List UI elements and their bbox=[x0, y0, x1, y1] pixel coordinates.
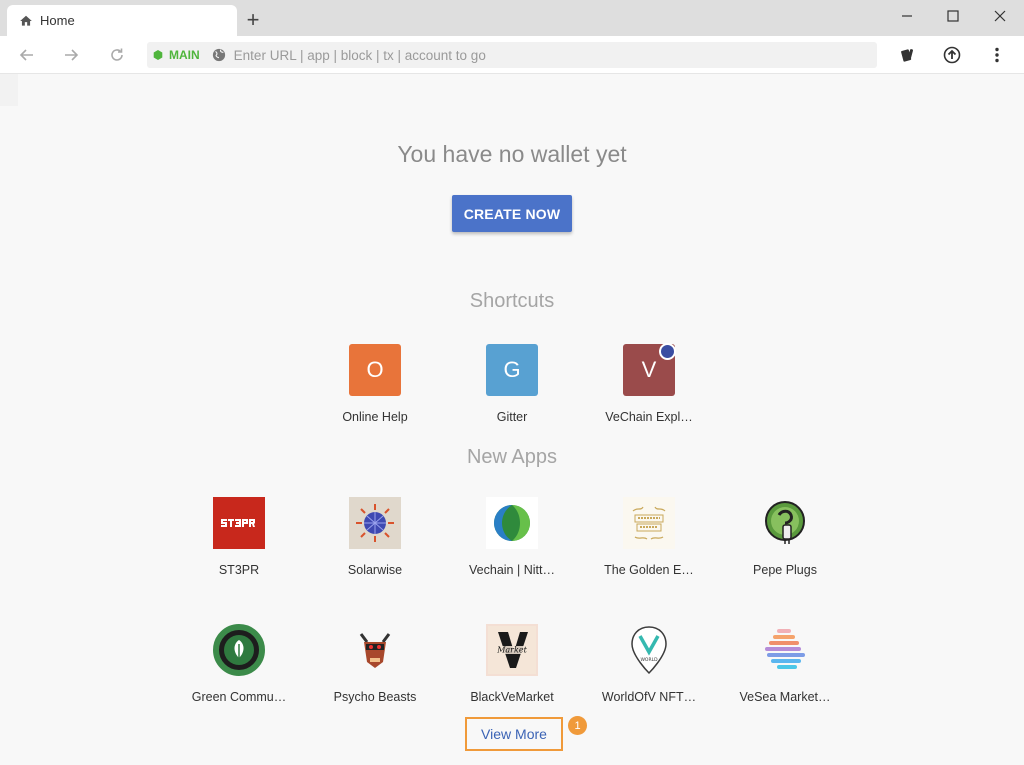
url-bar: MAIN bbox=[147, 42, 877, 68]
forward-button[interactable] bbox=[60, 44, 82, 66]
app-psycho-beasts[interactable]: Psycho Beasts bbox=[315, 624, 435, 704]
shortcut-online-help[interactable]: O Online Help bbox=[315, 344, 435, 424]
app-st3pr[interactable]: ST3PR bbox=[179, 497, 299, 577]
shortcuts-title: Shortcuts bbox=[469, 290, 555, 312]
network-badge[interactable]: MAIN bbox=[153, 48, 200, 62]
st3pr-logo-icon bbox=[213, 497, 265, 549]
golden-empire-logo-icon bbox=[623, 497, 675, 549]
new-tab-button[interactable]: + bbox=[243, 9, 263, 31]
shortcut-label: Online Help bbox=[342, 410, 408, 424]
tab-title: Home bbox=[40, 13, 75, 28]
shortcut-label: Gitter bbox=[496, 410, 528, 424]
green-commuter-logo-icon bbox=[213, 624, 265, 676]
left-edge-strip bbox=[0, 74, 18, 106]
close-button[interactable] bbox=[980, 4, 1020, 28]
pepe-plugs-logo-icon bbox=[759, 497, 811, 549]
arrow-left-icon bbox=[19, 49, 33, 61]
app-label: BlackVeMarket bbox=[470, 690, 554, 704]
globe-badge-icon bbox=[659, 343, 676, 360]
blackvemarket-logo-icon: Market bbox=[486, 624, 538, 676]
app-blackvemarket[interactable]: Market BlackVeMarket bbox=[452, 624, 572, 704]
vesea-logo-icon bbox=[759, 624, 811, 676]
view-more-button[interactable]: View More bbox=[465, 717, 563, 751]
app-golden-empire[interactable]: The Golden E… bbox=[589, 497, 709, 577]
app-vesea[interactable]: VeSea Market… bbox=[725, 624, 845, 704]
shortcut-letter: O bbox=[366, 357, 384, 382]
app-label: ST3PR bbox=[218, 563, 260, 577]
app-label: Solarwise bbox=[347, 563, 403, 577]
tab-home[interactable]: Home bbox=[7, 5, 237, 36]
toolbar: MAIN bbox=[0, 36, 1024, 74]
solarwise-logo-icon bbox=[349, 497, 401, 549]
app-green-commuter[interactable]: Green Commu… bbox=[179, 624, 299, 704]
shortcut-label: VeChain Expl… bbox=[605, 410, 693, 424]
app-label: Pepe Plugs bbox=[753, 563, 817, 577]
annotation-badge: 1 bbox=[568, 716, 587, 735]
reload-button[interactable] bbox=[106, 44, 128, 66]
create-now-button[interactable]: CREATE NOW bbox=[452, 195, 572, 232]
no-wallet-headline: You have no wallet yet bbox=[397, 141, 627, 167]
url-input[interactable] bbox=[233, 47, 834, 63]
minimize-button[interactable] bbox=[887, 4, 927, 28]
app-label: Vechain | Nitt… bbox=[469, 563, 555, 577]
back-button[interactable] bbox=[16, 44, 38, 66]
minimize-icon bbox=[902, 15, 912, 17]
app-label: Psycho Beasts bbox=[333, 690, 417, 704]
reload-icon bbox=[111, 48, 123, 61]
more-menu-button[interactable] bbox=[986, 44, 1008, 66]
upload-button[interactable] bbox=[941, 44, 963, 66]
home-icon bbox=[20, 15, 32, 26]
app-label: VeSea Market… bbox=[739, 690, 831, 704]
maximize-icon bbox=[947, 10, 959, 22]
app-label: The Golden E… bbox=[604, 563, 694, 577]
shortcut-letter: V bbox=[641, 357, 657, 382]
shortcut-gitter[interactable]: G Gitter bbox=[452, 344, 572, 424]
app-vechain-nitt[interactable]: Vechain | Nitt… bbox=[452, 497, 572, 577]
gitter-letter-icon: G bbox=[486, 344, 538, 396]
svg-text:Market: Market bbox=[496, 646, 527, 655]
app-pepe-plugs[interactable]: Pepe Plugs bbox=[725, 497, 845, 577]
close-icon bbox=[994, 10, 1006, 22]
wallet-cards-button[interactable] bbox=[897, 44, 919, 66]
new-apps-title: New Apps bbox=[466, 446, 558, 468]
online-help-letter-icon: O bbox=[349, 344, 401, 396]
app-label: Green Commu… bbox=[191, 690, 287, 704]
tab-strip: Home + bbox=[0, 0, 1024, 36]
shortcut-letter: G bbox=[503, 357, 521, 382]
cards-icon bbox=[901, 49, 914, 62]
maximize-button[interactable] bbox=[933, 4, 973, 28]
network-label: MAIN bbox=[169, 48, 200, 62]
app-solarwise[interactable]: Solarwise bbox=[315, 497, 435, 577]
network-status-icon bbox=[153, 50, 163, 60]
app-worldofv[interactable]: WORLD WorldOfV NFT… bbox=[589, 624, 709, 704]
globe-icon bbox=[212, 48, 225, 62]
vechain-explorer-letter-icon: V bbox=[623, 343, 676, 396]
psycho-beasts-logo-icon bbox=[349, 624, 401, 676]
more-vertical-icon bbox=[995, 47, 999, 63]
app-label: WorldOfV NFT… bbox=[601, 690, 697, 704]
nitt-logo-icon bbox=[486, 497, 538, 549]
worldofv-logo-icon: WORLD bbox=[623, 624, 675, 676]
shortcut-vechain-explorer[interactable]: V VeChain Expl… bbox=[589, 343, 709, 424]
svg-text:WORLD: WORLD bbox=[640, 657, 658, 663]
upload-icon bbox=[943, 46, 961, 64]
arrow-right-icon bbox=[65, 49, 79, 61]
